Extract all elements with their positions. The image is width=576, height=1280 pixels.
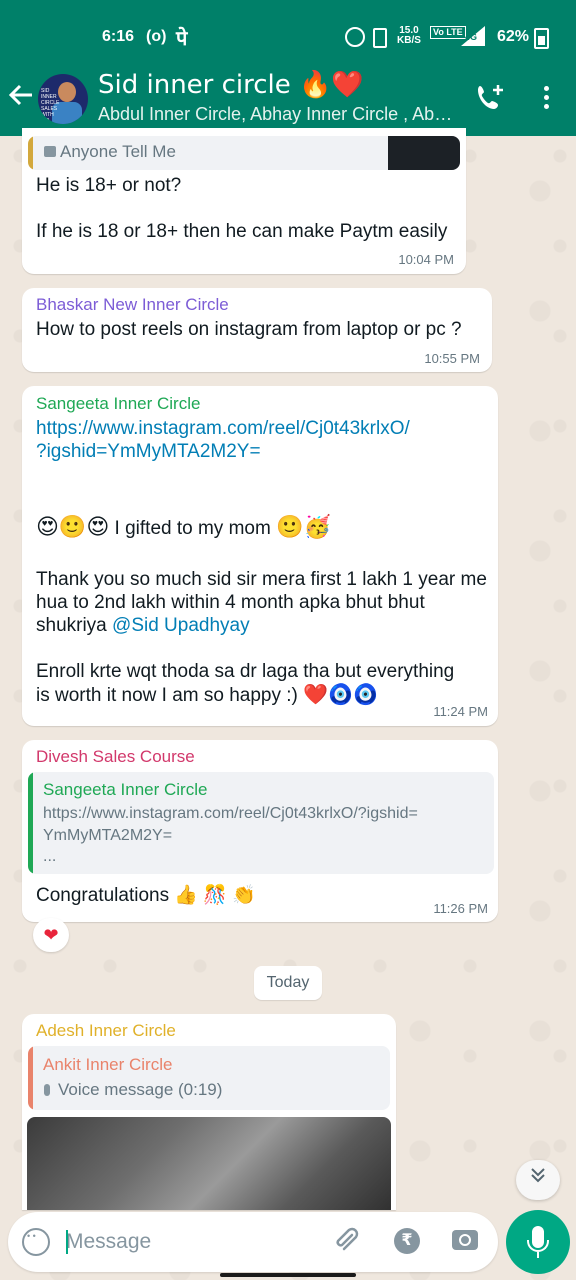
quoted-text: Anyone Tell Me bbox=[60, 142, 176, 161]
avatar-face bbox=[58, 82, 76, 102]
image-icon bbox=[44, 146, 56, 157]
quoted-sender: Sangeeta Inner Circle bbox=[43, 780, 208, 799]
message-time: 10:55 PM bbox=[424, 351, 480, 366]
gesture-home-bar[interactable] bbox=[220, 1273, 356, 1277]
vibrate-icon bbox=[373, 28, 387, 48]
sender-name[interactable]: Adesh Inner Circle bbox=[36, 1021, 176, 1041]
scroll-down-chevron-icon[interactable] bbox=[516, 1160, 560, 1200]
voice-record-button[interactable] bbox=[506, 1210, 570, 1274]
sender-name[interactable]: Divesh Sales Course bbox=[36, 747, 195, 767]
alarm-icon bbox=[345, 27, 365, 47]
phonepe-icon: पे bbox=[176, 28, 188, 50]
message-text: Thank you so much sid sir mera first 1 l… bbox=[36, 569, 487, 636]
camera-icon[interactable] bbox=[452, 1230, 478, 1250]
sender-name[interactable]: Bhaskar New Inner Circle bbox=[36, 295, 229, 315]
text-cursor bbox=[66, 1230, 68, 1254]
app-bar: 6:16 (o) पे 15.0 KB/S Vo LTE 4G 62% SID I… bbox=[0, 0, 576, 136]
group-avatar[interactable]: SID INNER CIRCLE SALES WITH SID bbox=[38, 74, 88, 124]
microphone-icon bbox=[44, 1084, 50, 1096]
message-link[interactable]: https://www.instagram.com/reel/Cj0t43krl… bbox=[36, 417, 410, 463]
quoted-image-thumbnail bbox=[388, 136, 460, 170]
quoted-message[interactable]: Sangeeta Inner Circle https://www.instag… bbox=[28, 772, 494, 874]
message-bubble[interactable]: Adesh Inner Circle Ankit Inner Circle Vo… bbox=[22, 1014, 396, 1210]
message-text: If he is 18 or 18+ then he can make Payt… bbox=[36, 221, 448, 242]
quoted-text: Voice message (0:19) bbox=[58, 1080, 223, 1099]
message-time: 11:26 PM bbox=[433, 901, 488, 916]
network-speed: 15.0 KB/S bbox=[397, 25, 421, 46]
message-bubble[interactable]: Divesh Sales Course Sangeeta Inner Circl… bbox=[22, 740, 498, 922]
emoji-group: 😍🙂😍 bbox=[36, 515, 110, 540]
sender-name[interactable]: Sangeeta Inner Circle bbox=[36, 394, 200, 414]
message-time: 10:04 PM bbox=[398, 252, 454, 267]
message-bubble[interactable]: Anyone Tell Me He is 18+ or not? If he i… bbox=[22, 128, 466, 274]
message-text: 😍🙂😍 I gifted to my mom 🙂🥳 bbox=[36, 515, 331, 540]
message-input[interactable]: Message bbox=[66, 1230, 151, 1254]
message-bubble[interactable]: Bhaskar New Inner Circle How to post ree… bbox=[22, 288, 492, 372]
attach-icon[interactable] bbox=[332, 1226, 360, 1261]
message-bubble[interactable]: Sangeeta Inner Circle https://www.instag… bbox=[22, 386, 498, 726]
quoted-text: https://www.instagram.com/reel/Cj0t43krl… bbox=[43, 805, 418, 822]
emoji-icon[interactable] bbox=[22, 1228, 50, 1256]
more-options-icon[interactable] bbox=[536, 86, 556, 114]
quoted-text: ... bbox=[43, 848, 57, 865]
message-text: How to post reels on instagram from lapt… bbox=[36, 319, 462, 340]
date-divider: Today bbox=[254, 966, 322, 1000]
image-attachment[interactable] bbox=[27, 1117, 391, 1210]
quoted-message[interactable]: Ankit Inner Circle Voice message (0:19) bbox=[28, 1046, 390, 1110]
microphone-stand bbox=[527, 1240, 549, 1252]
chat-header[interactable]: SID INNER CIRCLE SALES WITH SID Sid inne… bbox=[0, 66, 576, 136]
status-time: 6:16 bbox=[102, 28, 135, 45]
back-arrow-icon[interactable] bbox=[8, 82, 36, 116]
add-call-icon[interactable] bbox=[474, 82, 506, 114]
status-bar: 6:16 (o) पे 15.0 KB/S Vo LTE 4G 62% bbox=[0, 0, 576, 66]
reaction-heart[interactable]: ❤ bbox=[33, 918, 69, 952]
quoted-sender: Ankit Inner Circle bbox=[43, 1055, 173, 1074]
emoji-group: 🙂🥳 bbox=[276, 515, 331, 540]
message-composer: Message ₹ bbox=[8, 1212, 498, 1272]
message-text: He is 18+ or not? bbox=[36, 175, 182, 196]
message-text: Enroll krte wqt thoda sa dr laga tha but… bbox=[36, 661, 455, 706]
emoji-group: ❤️🧿🧿 bbox=[303, 682, 378, 706]
message-time: 11:24 PM bbox=[433, 704, 488, 719]
quoted-message[interactable]: Anyone Tell Me bbox=[28, 136, 460, 170]
quoted-text: YmMyMTA2M2Y= bbox=[43, 827, 173, 844]
avatar-text: SID INNER CIRCLE SALES WITH SID bbox=[41, 88, 60, 124]
network-type: 4G bbox=[465, 32, 478, 42]
microphone-base bbox=[537, 1252, 539, 1258]
battery-icon bbox=[534, 28, 549, 49]
mention-link[interactable]: @Sid Upadhyay bbox=[112, 615, 250, 636]
message-text: Congratulations 👍 🎊 👏 bbox=[36, 885, 256, 906]
group-members[interactable]: Abdul Inner Circle, Abhay Inner Circle ,… bbox=[98, 104, 460, 125]
record-indicator: (o) bbox=[146, 28, 167, 45]
battery-percent: 62% bbox=[497, 28, 530, 45]
group-title[interactable]: Sid inner circle 🔥❤️ bbox=[98, 70, 364, 100]
payment-rupee-icon[interactable]: ₹ bbox=[394, 1228, 420, 1254]
